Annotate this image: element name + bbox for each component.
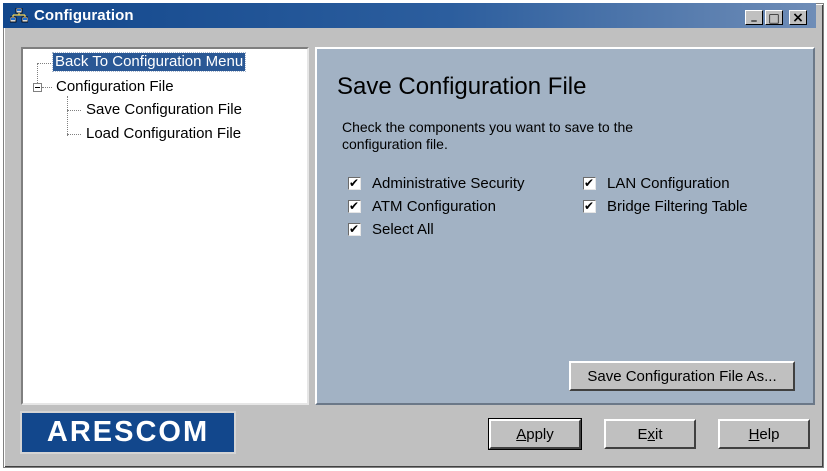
tree-item-back-to-menu[interactable]: Back To Configuration Menu [51, 52, 247, 72]
checkbox-label: Administrative Security [372, 175, 525, 192]
panel-description: Check the components you want to save to… [342, 119, 634, 152]
checkbox-atm-configuration[interactable]: ATM Configuration [348, 198, 496, 215]
tree-item-configuration-file[interactable]: Configuration File [56, 78, 174, 96]
tree-connector [67, 110, 81, 111]
tree-connector [67, 96, 68, 136]
checkbox-label: Select All [372, 221, 434, 238]
tree-connector [42, 87, 52, 88]
checkbox-lan-configuration[interactable]: LAN Configuration [583, 175, 730, 192]
close-icon: × [792, 9, 804, 26]
checkbox-bridge-filtering-table[interactable]: Bridge Filtering Table [583, 198, 748, 215]
exit-button[interactable]: Exit [604, 419, 696, 449]
minimize-button[interactable]: _ [745, 9, 763, 25]
save-configuration-panel: Save Configuration File Check the compon… [315, 47, 815, 405]
panel-title: Save Configuration File [337, 73, 587, 100]
tree-item-load-configuration-file[interactable]: Load Configuration File [86, 125, 241, 143]
checkbox-checked-icon[interactable] [583, 175, 596, 191]
window-title: Configuration [34, 7, 134, 24]
checkbox-label: LAN Configuration [607, 175, 730, 192]
maximize-button[interactable]: □ [765, 10, 783, 25]
save-configuration-file-as-button[interactable]: Save Configuration File As... [569, 361, 795, 391]
collapse-icon[interactable] [33, 83, 42, 92]
close-button[interactable]: × [789, 9, 807, 26]
minimize-icon: _ [751, 9, 757, 22]
help-button[interactable]: Help [718, 419, 810, 449]
network-computers-icon [10, 8, 28, 23]
tree-item-save-configuration-file[interactable]: Save Configuration File [86, 101, 242, 119]
navigation-tree[interactable]: Back To Configuration Menu Configuration… [21, 47, 309, 405]
help-label: Help [748, 425, 780, 443]
arescom-logo: ARESCOM [20, 411, 236, 454]
logo-text: ARESCOM [46, 416, 210, 448]
apply-button[interactable]: Apply [488, 418, 582, 450]
checkbox-label: Bridge Filtering Table [607, 198, 748, 215]
checkbox-checked-icon[interactable] [348, 221, 361, 237]
title-bar[interactable]: Configuration _ □ × [3, 3, 816, 28]
checkbox-checked-icon[interactable] [348, 198, 361, 214]
exit-label: Exit [637, 425, 663, 443]
checkbox-checked-icon[interactable] [583, 198, 596, 214]
tree-connector [37, 63, 53, 64]
tree-connector [67, 134, 81, 135]
checkbox-select-all[interactable]: Select All [348, 221, 434, 238]
checkbox-administrative-security[interactable]: Administrative Security [348, 175, 525, 192]
maximize-icon: □ [768, 10, 780, 25]
apply-label: Apply [516, 425, 554, 443]
save-as-label: Save Configuration File As... [587, 367, 777, 385]
tree-connector [37, 63, 38, 83]
checkbox-checked-icon[interactable] [348, 175, 361, 191]
checkbox-label: ATM Configuration [372, 198, 496, 215]
